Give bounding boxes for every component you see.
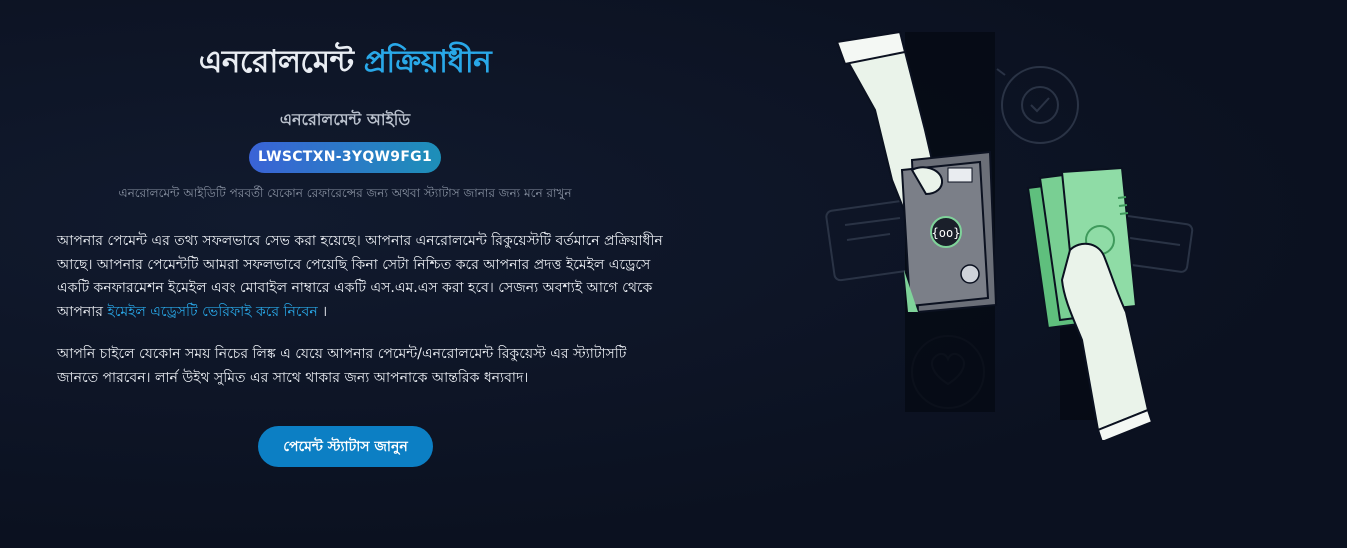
page-title-status: প্রক্রিয়াধীন (363, 44, 492, 80)
check-circle-icon (996, 66, 1079, 144)
status-info-paragraph: আপনি চাইলে যেকোন সময় নিচের লিঙ্ক এ যেয়… (57, 346, 627, 386)
svg-text:{oo}: {oo} (932, 226, 961, 240)
payment-handover-illustration: {oo} (825, 30, 1194, 440)
enrollment-pending-page: এনরোলমেন্ট প্রক্রিয়াধীন এনরোলমেন্ট আইডি… (0, 0, 1347, 548)
payment-status-button[interactable]: পেমেন্ট স্ট্যাটাস জানুন (258, 426, 433, 467)
content-panel: এনরোলমেন্ট প্রক্রিয়াধীন এনরোলমেন্ট আইডি… (0, 0, 690, 548)
enrollment-id-hint: এনরোলমেন্ট আইডিটি পরবর্তী যেকোন রেফারেন্… (118, 186, 572, 200)
verify-email-link[interactable]: ইমেইল এড্রেসটি ভেরিফাই করে নিবেন (107, 304, 317, 320)
enrollment-id-label: এনরোলমেন্ট আইডি (279, 110, 411, 129)
page-title-main: এনরোলমেন্ট (198, 44, 364, 80)
enrollment-id-badge: LWSCTXN-3YQW9FG1 (249, 142, 441, 173)
payment-info-suffix: । (317, 303, 328, 320)
payment-info-paragraph: আপনার পেমেন্ট এর তথ্য সফলভাবে সেভ করা হয… (57, 230, 667, 324)
page-title: এনরোলমেন্ট প্রক্রিয়াধীন (0, 38, 690, 90)
